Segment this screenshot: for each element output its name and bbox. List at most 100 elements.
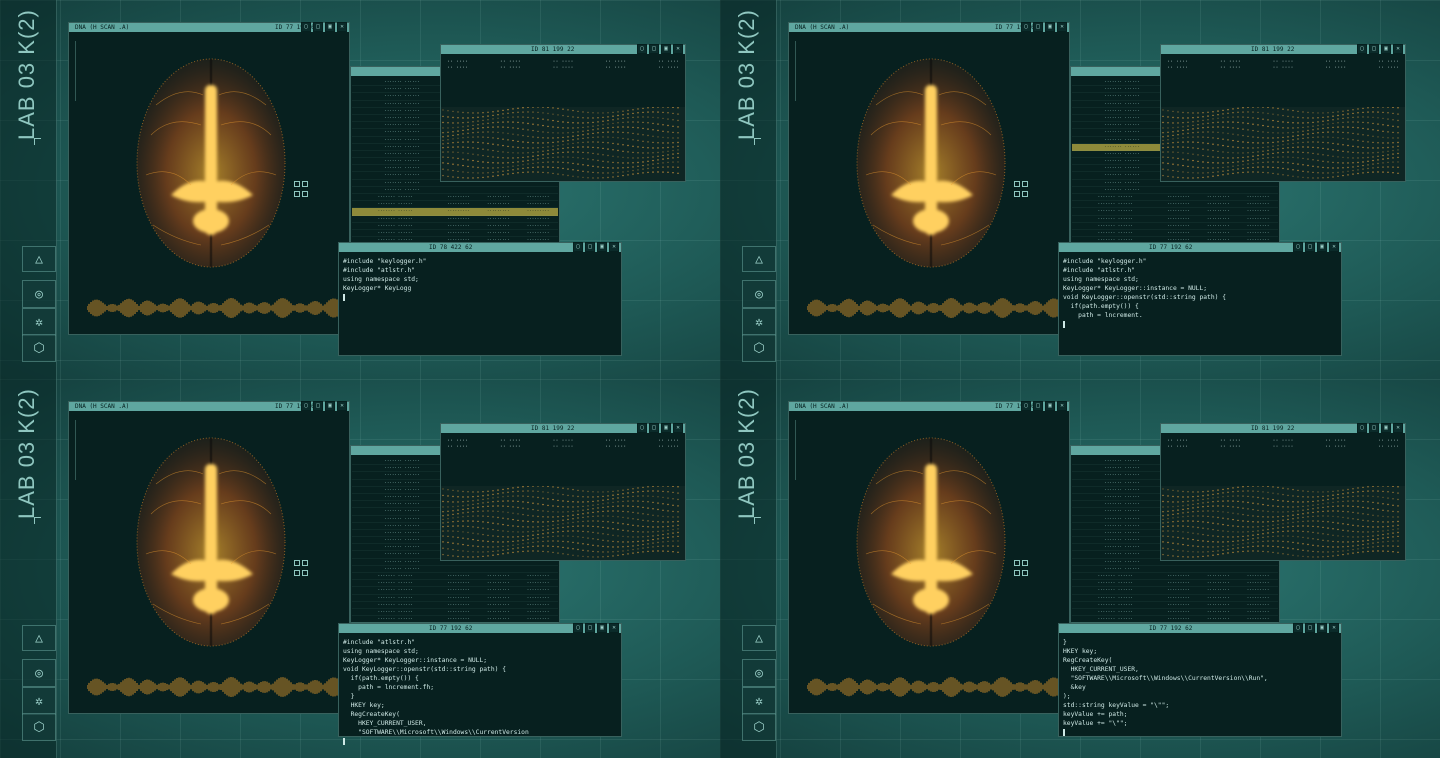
table-row[interactable]: ······· ······ ········· ········· ········… <box>1072 587 1278 595</box>
scan-window-close-button[interactable]: ✕ <box>337 401 347 411</box>
code-editor[interactable]: #include "atlstr.h" using namespace std; K… <box>343 638 617 746</box>
scan-window-restore-button[interactable]: □ <box>1033 22 1043 32</box>
code-editor[interactable]: #include "keylogger.h" #include "atlstr.h… <box>1063 257 1337 329</box>
table-row[interactable]: ······· ······ <box>1072 187 1278 194</box>
table-row[interactable]: ······· ······ ········· ········· ········… <box>352 587 558 595</box>
particle-window-restore-button[interactable]: □ <box>649 423 659 433</box>
table-row[interactable]: ······· ······ ········· ········· ········… <box>1072 580 1278 588</box>
hexagon-icon[interactable]: ⬡ <box>742 713 776 741</box>
triangle-icon[interactable]: △ <box>742 625 776 651</box>
scan-window-minimize-button[interactable]: ▢ <box>301 22 311 32</box>
particle-window-restore-button[interactable]: □ <box>1369 44 1379 54</box>
code-window[interactable]: ID 77 192 62 ▢ □ ▣ ✕ #include "keylogger.h" #i… <box>1058 242 1342 356</box>
code-window-maximize-button[interactable]: ▣ <box>1317 242 1327 252</box>
code-window-minimize-button[interactable]: ▢ <box>1293 242 1303 252</box>
table-row[interactable]: ······· ······ ········· ········· ········… <box>1072 230 1278 238</box>
particle-window-maximize-button[interactable]: ▣ <box>1381 44 1391 54</box>
scan-window[interactable]: DNA (H SCAN .A) ID 77 192 62 ▢ □ ▣ ✕ <box>68 401 350 714</box>
scan-window-maximize-button[interactable]: ▣ <box>325 401 335 411</box>
particle-window[interactable]: ID 81 199 22 ▢ □ ▣ ✕ ·· ···· ·· ···· ·· ···· ·… <box>1160 423 1406 561</box>
code-window[interactable]: ID 77 192 62 ▢ □ ▣ ✕} HKEY key; RegCreateKey( … <box>1058 623 1342 737</box>
table-row[interactable]: ······· ······ ········· ········· ········… <box>1072 609 1278 617</box>
particle-window-close-button[interactable]: ✕ <box>673 44 683 54</box>
table-row[interactable]: ······· ······ ········· ········· ········… <box>352 595 558 602</box>
particle-window[interactable]: ID 81 199 22 ▢ □ ▣ ✕ ·· ···· ·· ···· ·· ···· ·… <box>1160 44 1406 182</box>
code-window-minimize-button[interactable]: ▢ <box>573 623 583 633</box>
molecule-icon[interactable]: ✲ <box>742 308 776 336</box>
table-row[interactable]: ······· ······ ········· ········· ········… <box>1072 602 1278 609</box>
scan-window[interactable]: DNA (H SCAN .A) ID 77 192 62 ▢ □ ▣ ✕ <box>788 401 1070 714</box>
particle-window-maximize-button[interactable]: ▣ <box>661 44 671 54</box>
code-window[interactable]: ID 78 422 62 ▢ □ ▣ ✕ #include "keylogger.h" #i… <box>338 242 622 356</box>
code-window-close-button[interactable]: ✕ <box>1329 623 1339 633</box>
scan-window-close-button[interactable]: ✕ <box>1057 401 1067 411</box>
spiral-icon[interactable]: ◎ <box>22 659 56 687</box>
code-window-close-button[interactable]: ✕ <box>609 242 619 252</box>
table-row[interactable]: ······· ······ ········· ········· ········… <box>1072 595 1278 602</box>
scan-window-close-button[interactable]: ✕ <box>1057 22 1067 32</box>
table-row[interactable]: ······· ······ ········· ········· ········… <box>1072 208 1278 216</box>
particle-window[interactable]: ID 81 199 22 ▢ □ ▣ ✕ ·· ···· ·· ···· ·· ···· ·… <box>440 423 686 561</box>
molecule-icon[interactable]: ✲ <box>22 687 56 715</box>
scan-window-maximize-button[interactable]: ▣ <box>325 22 335 32</box>
scan-window-minimize-button[interactable]: ▢ <box>1021 22 1031 32</box>
scan-window-maximize-button[interactable]: ▣ <box>1045 401 1055 411</box>
table-row[interactable]: ······· ······ ········· ········· ········… <box>1072 223 1278 230</box>
particle-window-minimize-button[interactable]: ▢ <box>1357 44 1367 54</box>
particle-window-close-button[interactable]: ✕ <box>1393 44 1403 54</box>
code-window-restore-button[interactable]: □ <box>1305 623 1315 633</box>
particle-window-close-button[interactable]: ✕ <box>1393 423 1403 433</box>
scan-window[interactable]: DNA (H SCAN .A) ID 77 192 62 ▢ □ ▣ ✕ <box>788 22 1070 335</box>
table-row[interactable]: ······· ······ ········· ········· ········… <box>1072 216 1278 223</box>
table-row[interactable]: ······· ······ ········· ········· ········… <box>352 201 558 209</box>
scan-window[interactable]: DNA (H SCAN .A) ID 77 192 62 ▢ □ ▣ ✕ <box>68 22 350 335</box>
code-window-maximize-button[interactable]: ▣ <box>1317 623 1327 633</box>
code-window-restore-button[interactable]: □ <box>585 242 595 252</box>
table-row[interactable]: ······· ······ ········· ········· ········… <box>352 602 558 609</box>
table-row[interactable]: ······· ······ ········· ········· ········… <box>352 223 558 230</box>
spiral-icon[interactable]: ◎ <box>22 280 56 308</box>
triangle-icon[interactable]: △ <box>22 246 56 272</box>
molecule-icon[interactable]: ✲ <box>742 687 776 715</box>
code-editor[interactable]: } HKEY key; RegCreateKey( HKEY_CURRENT_USE… <box>1063 638 1337 737</box>
code-editor[interactable]: #include "keylogger.h" #include "atlstr.h… <box>343 257 617 302</box>
particle-window-restore-button[interactable]: □ <box>649 44 659 54</box>
scan-window-restore-button[interactable]: □ <box>313 401 323 411</box>
scan-window-close-button[interactable]: ✕ <box>337 22 347 32</box>
hexagon-icon[interactable]: ⬡ <box>742 334 776 362</box>
code-window-close-button[interactable]: ✕ <box>1329 242 1339 252</box>
particle-window-restore-button[interactable]: □ <box>1369 423 1379 433</box>
table-row[interactable]: ······· ······ ········· ········· ········… <box>352 609 558 617</box>
molecule-icon[interactable]: ✲ <box>22 308 56 336</box>
particle-window-minimize-button[interactable]: ▢ <box>1357 423 1367 433</box>
spiral-icon[interactable]: ◎ <box>742 659 776 687</box>
table-row[interactable]: ······· ······ <box>352 187 558 194</box>
scan-window-minimize-button[interactable]: ▢ <box>1021 401 1031 411</box>
particle-window-maximize-button[interactable]: ▣ <box>661 423 671 433</box>
scan-window-minimize-button[interactable]: ▢ <box>301 401 311 411</box>
hexagon-icon[interactable]: ⬡ <box>22 334 56 362</box>
code-window-restore-button[interactable]: □ <box>585 623 595 633</box>
spiral-icon[interactable]: ◎ <box>742 280 776 308</box>
table-row[interactable]: ······· ······ ········· ········· ········… <box>352 216 558 223</box>
particle-window-close-button[interactable]: ✕ <box>673 423 683 433</box>
code-window-minimize-button[interactable]: ▢ <box>573 242 583 252</box>
triangle-icon[interactable]: △ <box>22 625 56 651</box>
code-window-restore-button[interactable]: □ <box>1305 242 1315 252</box>
particle-window-minimize-button[interactable]: ▢ <box>637 423 647 433</box>
scan-window-restore-button[interactable]: □ <box>313 22 323 32</box>
table-row[interactable]: ······· ······ ········· ········· ········… <box>352 194 558 202</box>
table-row[interactable]: ······· ······ ········· ········· ········… <box>352 580 558 588</box>
triangle-icon[interactable]: △ <box>742 246 776 272</box>
table-row[interactable]: ······· ······ ········· ········· ········… <box>352 573 558 581</box>
table-row[interactable]: ······· ······ ········· ········· ········… <box>1072 194 1278 202</box>
code-window-minimize-button[interactable]: ▢ <box>1293 623 1303 633</box>
table-row[interactable]: ······· ······ <box>352 566 558 573</box>
scan-window-restore-button[interactable]: □ <box>1033 401 1043 411</box>
table-row[interactable]: ······· ······ <box>1072 566 1278 573</box>
scan-window-maximize-button[interactable]: ▣ <box>1045 22 1055 32</box>
code-window-maximize-button[interactable]: ▣ <box>597 242 607 252</box>
table-row[interactable]: ······· ······ ········· ········· ········… <box>352 208 558 216</box>
particle-window-minimize-button[interactable]: ▢ <box>637 44 647 54</box>
code-window[interactable]: ID 77 192 62 ▢ □ ▣ ✕ #include "atlstr.h" using… <box>338 623 622 745</box>
